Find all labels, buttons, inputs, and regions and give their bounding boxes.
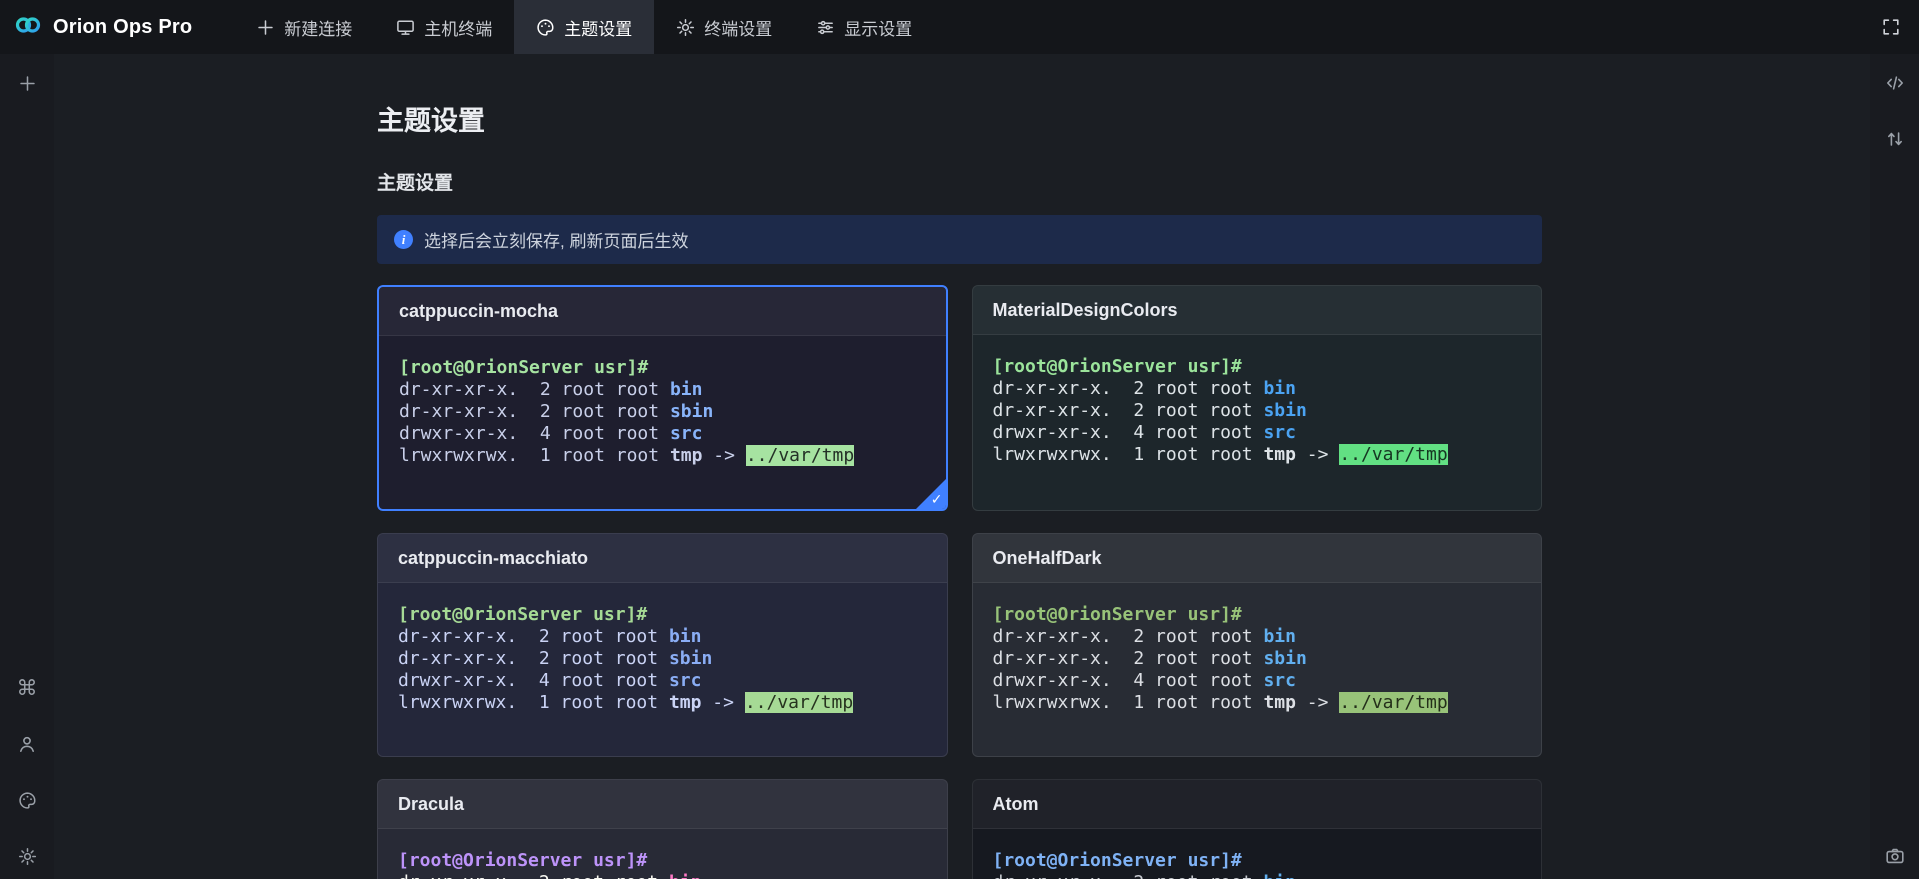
- theme-name: Atom: [993, 794, 1039, 815]
- app-logo-icon: [13, 10, 43, 45]
- nav-item-theme-settings[interactable]: 主题设置: [514, 0, 654, 54]
- nav-item-host-terminal[interactable]: 主机终端: [374, 0, 514, 54]
- theme-card-MaterialDesignColors[interactable]: MaterialDesignColors [root@OrionServer u…: [972, 285, 1543, 511]
- theme-name: catppuccin-macchiato: [398, 548, 588, 569]
- palette-icon: [18, 791, 37, 810]
- theme-grid: catppuccin-mocha [root@OrionServer usr]#…: [377, 285, 1542, 879]
- camera-icon: [1885, 846, 1905, 866]
- nav-item-label: 新建连接: [284, 15, 352, 40]
- user-icon: [17, 734, 37, 754]
- top-navbar: Orion Ops Pro 新建连接 主机终端 主题设置 终端设置 显示设置: [0, 0, 1919, 54]
- left-sidebar-top: [14, 54, 40, 96]
- main-content: 主题设置 主题设置 i 选择后会立刻保存, 刷新页面后生效 catppuccin…: [54, 54, 1870, 879]
- rail-button-screenshot[interactable]: [1882, 843, 1908, 869]
- nav-item-label: 终端设置: [704, 15, 772, 40]
- theme-card-Dracula[interactable]: Dracula [root@OrionServer usr]#dr-xr-xr-…: [377, 779, 948, 879]
- palette-icon: [536, 18, 555, 37]
- rail-button-user[interactable]: [14, 731, 40, 757]
- page-title: 主题设置: [377, 99, 1870, 138]
- check-icon: ✓: [931, 491, 943, 508]
- theme-card-header: OneHalfDark: [973, 534, 1542, 583]
- theme-card-header: catppuccin-macchiato: [378, 534, 947, 583]
- theme-card-header: Dracula: [378, 780, 947, 829]
- plus-icon: [18, 74, 37, 93]
- rail-button-code[interactable]: [1882, 70, 1908, 96]
- nav-item-new-connection[interactable]: 新建连接: [234, 0, 374, 54]
- theme-preview-terminal: [root@OrionServer usr]#dr-xr-xr-x. 2 roo…: [973, 583, 1542, 756]
- rail-button-sort[interactable]: [1882, 126, 1908, 152]
- rail-button-shortcuts[interactable]: ⌘: [14, 675, 40, 701]
- command-icon: ⌘: [17, 678, 38, 699]
- left-sidebar-bottom: ⌘: [14, 675, 40, 879]
- nav-item-display-settings[interactable]: 显示设置: [794, 0, 934, 54]
- theme-card-catppuccin-macchiato[interactable]: catppuccin-macchiato [root@OrionServer u…: [377, 533, 948, 757]
- theme-preview-terminal: [root@OrionServer usr]#dr-xr-xr-x. 2 roo…: [378, 829, 947, 879]
- theme-card-catppuccin-mocha[interactable]: catppuccin-mocha [root@OrionServer usr]#…: [377, 285, 948, 511]
- theme-name: OneHalfDark: [993, 548, 1102, 569]
- theme-card-header: catppuccin-mocha: [379, 287, 946, 336]
- theme-name: MaterialDesignColors: [993, 300, 1178, 321]
- gear-icon: [676, 18, 695, 37]
- main-nav: 新建连接 主机终端 主题设置 终端设置 显示设置: [234, 0, 934, 54]
- navbar-actions: [1881, 17, 1919, 37]
- theme-preview-terminal: [root@OrionServer usr]#dr-xr-xr-x. 2 roo…: [973, 335, 1542, 508]
- sort-icon: [1885, 129, 1905, 149]
- info-icon: i: [394, 230, 413, 249]
- info-alert: i 选择后会立刻保存, 刷新页面后生效: [377, 215, 1542, 264]
- info-alert-text: 选择后会立刻保存, 刷新页面后生效: [424, 227, 688, 252]
- display-icon: [816, 18, 835, 37]
- app-brand: Orion Ops Pro: [0, 10, 192, 45]
- theme-preview-terminal: [root@OrionServer usr]#dr-xr-xr-x. 2 roo…: [378, 583, 947, 756]
- left-sidebar: ⌘: [0, 54, 54, 879]
- plus-icon: [256, 18, 275, 37]
- theme-card-OneHalfDark[interactable]: OneHalfDark [root@OrionServer usr]#dr-xr…: [972, 533, 1543, 757]
- right-sidebar-bottom: [1882, 843, 1908, 879]
- theme-preview-terminal: [root@OrionServer usr]#dr-xr-xr-x. 2 roo…: [973, 829, 1542, 879]
- theme-preview-terminal: [root@OrionServer usr]#dr-xr-xr-x. 2 roo…: [379, 336, 946, 509]
- fullscreen-icon[interactable]: [1881, 17, 1901, 37]
- right-sidebar: [1870, 54, 1919, 879]
- section-title: 主题设置: [377, 168, 1870, 195]
- rail-button-add[interactable]: [14, 70, 40, 96]
- nav-item-label: 主题设置: [564, 15, 632, 40]
- theme-name: catppuccin-mocha: [399, 301, 558, 322]
- right-sidebar-top: [1882, 54, 1908, 152]
- nav-item-terminal-settings[interactable]: 终端设置: [654, 0, 794, 54]
- app-title: Orion Ops Pro: [53, 16, 192, 39]
- theme-card-header: Atom: [973, 780, 1542, 829]
- nav-item-label: 显示设置: [844, 15, 912, 40]
- theme-card-header: MaterialDesignColors: [973, 286, 1542, 335]
- theme-name: Dracula: [398, 794, 464, 815]
- terminal-icon: [396, 18, 415, 37]
- rail-button-settings[interactable]: [14, 843, 40, 869]
- theme-card-Atom[interactable]: Atom [root@OrionServer usr]#dr-xr-xr-x. …: [972, 779, 1543, 879]
- rail-button-appearance[interactable]: [14, 787, 40, 813]
- gear-icon: [18, 847, 37, 866]
- code-icon: [1885, 73, 1905, 93]
- nav-item-label: 主机终端: [424, 15, 492, 40]
